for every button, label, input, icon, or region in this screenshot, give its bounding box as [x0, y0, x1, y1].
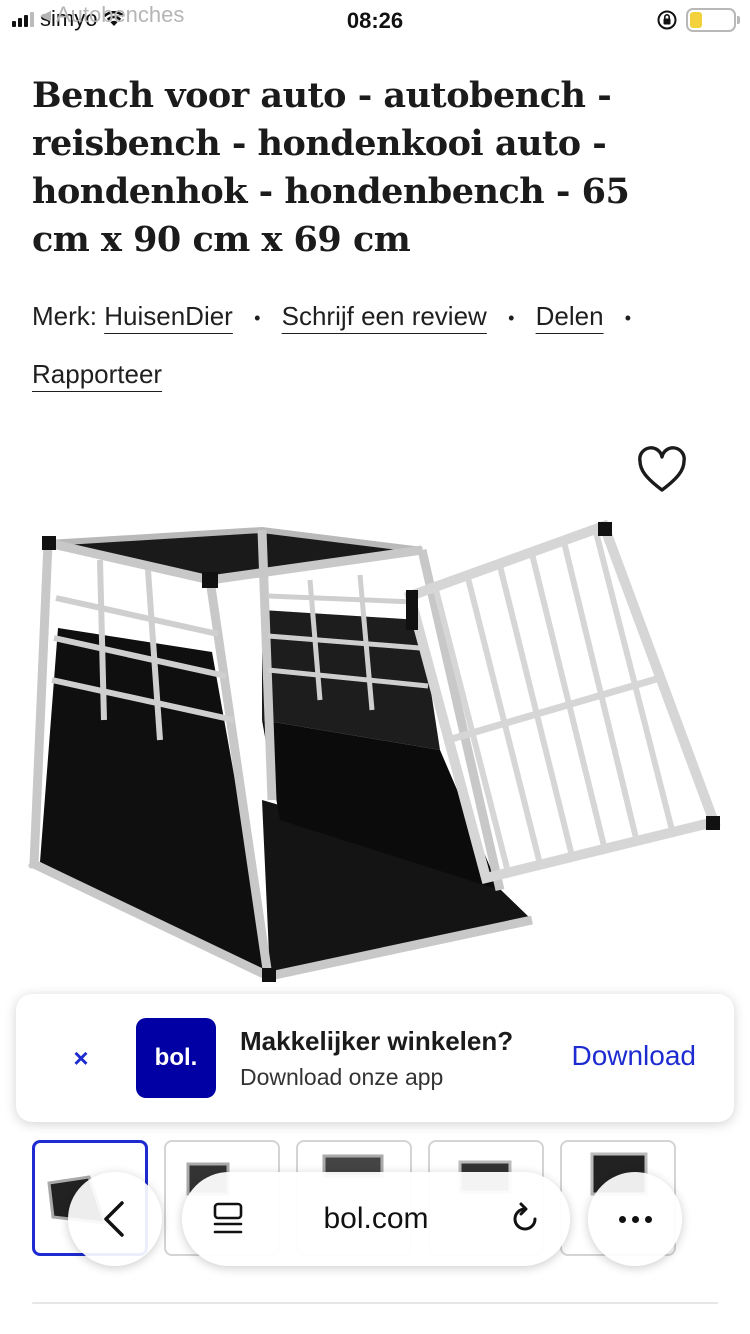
browser-toolbar: bol.com [0, 1168, 750, 1268]
address-bar[interactable]: bol.com [182, 1172, 570, 1266]
write-review-link[interactable]: Schrijf een review [282, 301, 487, 331]
separator: • [254, 308, 261, 329]
app-download-banner: × bol. Makkelijker winkelen? Download on… [16, 994, 734, 1122]
back-button[interactable] [68, 1172, 162, 1266]
orientation-lock-icon [657, 10, 677, 30]
close-icon[interactable]: × [66, 1038, 96, 1078]
back-chevron-icon [104, 1201, 124, 1237]
battery-icon [686, 8, 740, 32]
status-right [656, 8, 740, 32]
download-button[interactable]: Download [571, 1040, 696, 1072]
banner-title: Makkelijker winkelen? [240, 1026, 514, 1056]
separator: • [624, 308, 632, 329]
brand-link[interactable]: HuisenDier [104, 301, 233, 331]
reload-icon[interactable] [508, 1202, 542, 1236]
brand-prefix: Merk: [32, 301, 97, 331]
more-icon[interactable] [588, 1172, 682, 1266]
heart-icon[interactable] [636, 446, 688, 496]
bottom-divider [32, 1302, 718, 1304]
status-bar: simyo ◂ Autobenches 08:26 [0, 0, 750, 44]
banner-subtitle: Download onze app [240, 1064, 444, 1090]
product-title: Bench voor auto - autobench - reisbench … [32, 75, 630, 260]
clock: 08:26 [346, 8, 404, 33]
separator: • [508, 308, 515, 329]
product-image[interactable] [0, 420, 750, 1010]
report-link[interactable]: Rapporteer [32, 359, 162, 389]
share-link[interactable]: Delen [536, 301, 604, 331]
product-meta: Merk: HuisenDier • Schrijf een review • … [32, 288, 712, 402]
bol-logo: bol. [136, 1018, 216, 1098]
